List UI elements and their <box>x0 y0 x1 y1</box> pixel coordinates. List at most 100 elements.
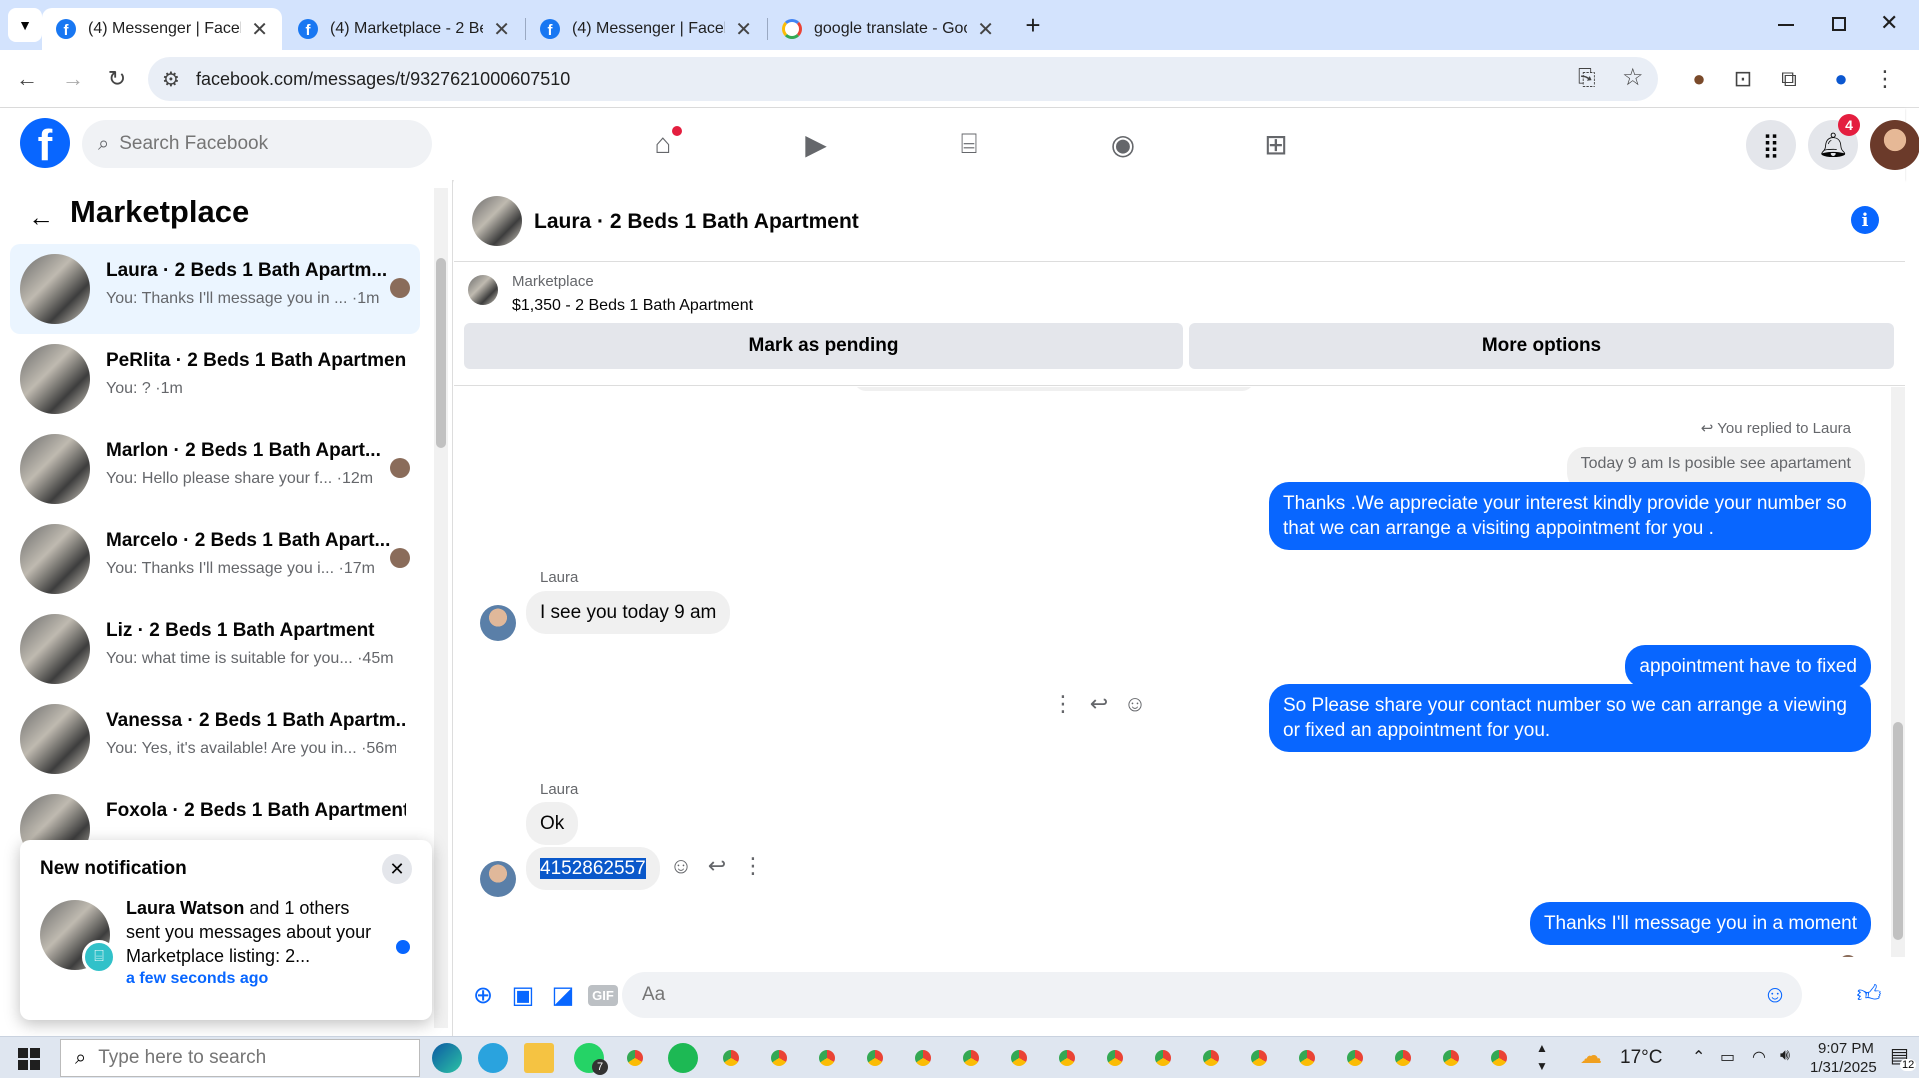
chrome-icon[interactable] <box>1484 1043 1514 1073</box>
message-bubble-outgoing[interactable]: Thanks I'll message you in a moment <box>1529 902 1871 945</box>
message-bubble-incoming[interactable]: I see you today 9 am <box>526 591 731 634</box>
browser-tab-3[interactable]: google translate - Google Search ✕ <box>768 8 1008 50</box>
edge-icon[interactable] <box>432 1043 462 1073</box>
laura-avatar[interactable] <box>480 861 516 897</box>
chrome-icon[interactable] <box>812 1043 842 1073</box>
search-input[interactable] <box>119 133 400 155</box>
info-icon[interactable]: i <box>1851 206 1879 234</box>
windows-start-icon[interactable] <box>18 1048 40 1070</box>
conversation-item[interactable]: Liz · 2 Beds 1 Bath Apartment You: what … <box>10 604 420 694</box>
message-bubble-outgoing[interactable]: So Please share your contact number so w… <box>1269 684 1871 752</box>
chrome-icon[interactable] <box>860 1043 890 1073</box>
close-icon[interactable]: ✕ <box>735 17 752 42</box>
conversation-item[interactable]: Marlon · 2 Beds 1 Bath Apart... You: Hel… <box>10 424 420 514</box>
message-bubble-outgoing[interactable]: Thanks .We appreciate your interest kind… <box>1269 482 1871 550</box>
scrollbar-thumb[interactable] <box>436 258 446 448</box>
chrome-icon[interactable] <box>1100 1043 1130 1073</box>
reload-icon[interactable]: ↻ <box>100 62 134 96</box>
weather-icon[interactable]: ☁ <box>1580 1043 1602 1069</box>
back-arrow-icon[interactable]: ← <box>28 202 54 233</box>
more-options-icon[interactable]: ⋮ <box>1048 691 1078 717</box>
conversation-item[interactable]: PeRlita · 2 Beds 1 Bath Apartment You: ?… <box>10 334 420 424</box>
selected-phone-number[interactable]: 4152862557 <box>540 858 646 879</box>
spotify-icon[interactable] <box>668 1043 698 1073</box>
video-icon[interactable]: ▶ <box>793 122 839 166</box>
profile-avatar[interactable] <box>1870 120 1919 170</box>
chrome-icon[interactable] <box>764 1043 794 1073</box>
conversation-item[interactable]: Laura · 2 Beds 1 Bath Apartm... You: Tha… <box>10 244 420 334</box>
listing-thumbnail[interactable] <box>468 275 498 305</box>
weather-temperature[interactable]: 17°C <box>1620 1047 1662 1069</box>
reply-icon[interactable]: ↩ <box>1084 691 1114 717</box>
install-app-icon[interactable]: ⎘ <box>1578 65 1596 91</box>
facebook-logo[interactable]: f <box>20 118 70 168</box>
close-icon[interactable]: ✕ <box>493 17 510 42</box>
chrome-menu-icon[interactable]: ⋮ <box>1868 62 1902 96</box>
chrome-icon[interactable] <box>716 1043 746 1073</box>
extension-robot-icon[interactable]: ⊡ <box>1726 62 1760 96</box>
plus-icon[interactable]: ⊕ <box>468 980 498 1010</box>
browser-tab-0[interactable]: f (4) Messenger | Facebook ✕ <box>42 8 282 50</box>
message-bubble-incoming[interactable]: Ok <box>526 802 579 845</box>
message-input[interactable] <box>622 972 1802 1018</box>
profile-icon[interactable]: ● <box>1824 62 1858 96</box>
chat-title[interactable]: Laura · 2 Beds 1 Bath Apartment <box>534 210 859 234</box>
chrome-icon[interactable] <box>908 1043 938 1073</box>
scrollbar-thumb[interactable] <box>1893 722 1903 940</box>
extension-cookie-icon[interactable]: ● <box>1682 62 1716 96</box>
reply-icon[interactable]: ↩ <box>702 853 732 879</box>
wifi-icon[interactable]: ◠ <box>1752 1047 1766 1067</box>
sticker-icon[interactable]: ◪ <box>548 980 578 1010</box>
listing-title[interactable]: $1,350 - 2 Beds 1 Bath Apartment <box>512 297 753 315</box>
chrome-icon[interactable] <box>1244 1043 1274 1073</box>
conversation-item[interactable]: Marcelo · 2 Beds 1 Bath Apart... You: Th… <box>10 514 420 604</box>
menu-grid-icon[interactable]: ⣿ <box>1746 120 1796 170</box>
site-info-icon[interactable]: ⚙ <box>162 67 180 92</box>
groups-icon[interactable]: ◉ <box>1100 122 1146 166</box>
chrome-icon[interactable] <box>1052 1043 1082 1073</box>
close-icon[interactable]: ✕ <box>251 17 268 42</box>
file-explorer-icon[interactable] <box>524 1043 554 1073</box>
gaming-icon[interactable]: ⊞ <box>1253 122 1299 166</box>
browser-tab-1[interactable]: f (4) Marketplace - 2 Beds 1 Bath ✕ <box>284 8 524 50</box>
message-bubble-outgoing[interactable]: appointment have to fixed <box>1625 645 1871 688</box>
close-icon[interactable]: ✕ <box>977 17 994 42</box>
telegram-icon[interactable] <box>478 1043 508 1073</box>
show-hidden-icons-icon[interactable]: ⌃ <box>1692 1047 1705 1067</box>
message-bubble-incoming[interactable]: 4152862557 <box>526 847 660 890</box>
chrome-icon[interactable] <box>1388 1043 1418 1073</box>
taskbar-search[interactable]: ⌕ <box>60 1039 420 1077</box>
facebook-search[interactable]: ⌕ <box>82 120 432 168</box>
emoji-icon[interactable]: ☺ <box>1760 980 1790 1010</box>
chrome-icon[interactable] <box>956 1043 986 1073</box>
volume-icon[interactable]: 🔊︎ <box>1780 1047 1790 1065</box>
mark-as-pending-button[interactable]: Mark as pending <box>464 323 1183 369</box>
back-arrow-icon[interactable]: ← <box>10 62 44 96</box>
chat-avatar[interactable] <box>472 196 522 246</box>
chrome-icon[interactable] <box>1004 1043 1034 1073</box>
gif-icon[interactable]: GIF <box>588 980 618 1010</box>
window-close-icon[interactable]: ✕ <box>1880 10 1898 36</box>
photo-icon[interactable]: ▣ <box>508 980 538 1010</box>
react-emoji-icon[interactable]: ☺ <box>666 853 696 879</box>
tray-scroll-arrows-icon[interactable]: ▲ ▼ <box>1536 1039 1548 1075</box>
new-tab-button[interactable]: + <box>1016 8 1050 42</box>
chrome-icon[interactable] <box>1436 1043 1466 1073</box>
chrome-icon[interactable] <box>1196 1043 1226 1073</box>
forward-arrow-icon[interactable]: → <box>56 62 90 96</box>
new-notification-toast[interactable]: New notification ✕ ⌸ Laura Watson and 1 … <box>20 840 432 1020</box>
marketplace-icon[interactable]: ⌸ <box>946 122 992 166</box>
bookmark-star-icon[interactable]: ☆ <box>1622 63 1644 92</box>
taskbar-search-input[interactable] <box>98 1047 339 1069</box>
restore-icon[interactable] <box>1832 17 1846 31</box>
conversation-item[interactable]: Vanessa · 2 Beds 1 Bath Apartm... You: Y… <box>10 694 420 784</box>
clock-date[interactable]: 1/31/2025 <box>1810 1059 1877 1076</box>
react-emoji-icon[interactable]: ☺ <box>1120 691 1150 717</box>
like-thumb-icon[interactable]: 👍︎ <box>1854 980 1884 1010</box>
browser-tab-2[interactable]: f (4) Messenger | Facebook ✕ <box>526 8 766 50</box>
minimize-icon[interactable] <box>1778 24 1794 26</box>
more-options-button[interactable]: More options <box>1189 323 1894 369</box>
laura-avatar[interactable] <box>480 605 516 641</box>
tab-search-button[interactable]: ▼ <box>8 8 42 42</box>
address-bar[interactable]: ⚙ facebook.com/messages/t/93276210006075… <box>148 57 1658 101</box>
